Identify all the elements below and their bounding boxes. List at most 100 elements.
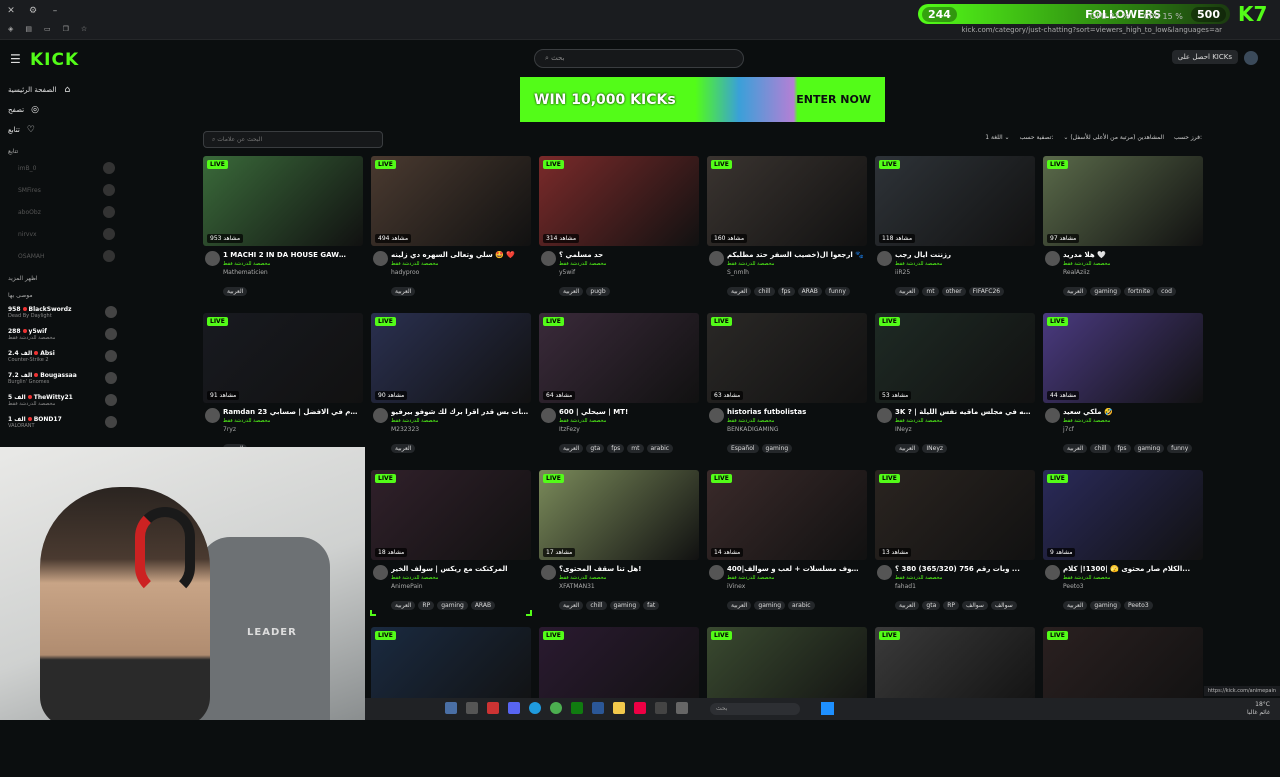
stream-title[interactable]: سيحلي | 600 | MT! <box>559 408 697 416</box>
avatar[interactable] <box>877 251 892 266</box>
stream-category[interactable]: مخصصة للدردشة فقط <box>391 418 438 424</box>
search-input[interactable]: ⌕ بحث <box>534 49 744 68</box>
stream-title[interactable]: الجهات بس قدر اقرا برك لك شوفو بيرفيو ..… <box>391 408 529 416</box>
settings-icon[interactable]: ⚙ <box>22 6 44 16</box>
stream-card[interactable]: LIVE 17 مشاهد هل تنا سقف المحتوى؟! مخصصة… <box>539 470 699 620</box>
recommended-item[interactable]: 958 BlackSwordz Dead By Daylight <box>0 301 125 323</box>
stream-title[interactable]: وبات رقم 756 (365/320) 380 ؟ ... <box>895 565 1033 573</box>
streamer-name[interactable]: AnimePain <box>391 583 423 590</box>
recommended-item[interactable]: الف 1 BOND17 VALORANT <box>0 411 125 433</box>
tabs-icon[interactable]: ▭ <box>44 25 51 33</box>
tag-chip[interactable]: fps <box>1113 444 1131 453</box>
stream-category[interactable]: مخصصة للدردشة فقط <box>223 418 270 424</box>
following-item[interactable]: SMFires <box>0 179 125 201</box>
streamer-name[interactable]: XFATMAN31 <box>559 583 595 590</box>
stream-card[interactable]: LIVE 90 مشاهد الجهات بس قدر اقرا برك لك … <box>371 313 531 463</box>
tag-chip[interactable]: fps <box>607 444 625 453</box>
avatar[interactable] <box>373 565 388 580</box>
tag-chip[interactable]: العربية <box>895 601 920 610</box>
tag-chip[interactable]: funny <box>824 287 850 296</box>
stream-title[interactable]: هلا مدريد 🤍 <box>1063 251 1201 259</box>
streamer-name[interactable]: j7cf <box>1063 426 1074 433</box>
copy-icon[interactable]: ❐ <box>63 25 69 33</box>
tag-chip[interactable]: chill <box>1090 444 1111 453</box>
stream-card[interactable]: LIVE 63 مشاهد historias futbolistas مخصص… <box>707 313 867 463</box>
streamer-name[interactable]: RealAziiz <box>1063 269 1090 276</box>
tag-chip[interactable]: other <box>941 287 966 296</box>
avatar[interactable] <box>709 408 724 423</box>
stream-thumbnail[interactable]: LIVE 9 مشاهد <box>1043 470 1203 560</box>
tag-chip[interactable]: cod <box>1157 287 1176 296</box>
tag-chip[interactable]: fps <box>777 287 795 296</box>
streamer-name[interactable]: Mathematicien <box>223 269 268 276</box>
stream-category[interactable]: مخصصة للدردشة فقط <box>727 418 774 424</box>
stream-category[interactable]: مخصصة للدردشة فقط <box>727 261 774 267</box>
url-text[interactable]: kick.com/category/just-chatting?sort=vie… <box>962 26 1222 34</box>
tag-chip[interactable]: gta <box>586 444 605 453</box>
stream-title[interactable]: 400|شوف مسلسلات + لعب و سوالف ... <box>727 565 865 573</box>
tag-chip[interactable]: العربية <box>727 287 752 296</box>
kick-logo[interactable]: KICK <box>30 50 79 70</box>
stream-title[interactable]: سلي وتعالى السهره دي زلينه 🤩 ❤️ <box>391 251 529 259</box>
close-icon[interactable]: ✕ <box>0 6 22 16</box>
tag-chip[interactable]: Peeto3 <box>1124 601 1153 610</box>
show-more-link[interactable]: اظهر المزيد <box>0 267 125 284</box>
avatar[interactable] <box>709 251 724 266</box>
chrome-icon[interactable] <box>550 702 562 714</box>
tag-chip[interactable]: العربية <box>559 601 584 610</box>
stream-thumbnail[interactable]: LIVE 53 مشاهد <box>875 313 1035 403</box>
stream-thumbnail[interactable]: LIVE 18 مشاهد <box>371 470 531 560</box>
tag-chip[interactable]: mt <box>627 444 644 453</box>
tag-chip[interactable]: العربية <box>1063 444 1088 453</box>
tag-chip[interactable]: funny <box>1167 444 1193 453</box>
stream-category[interactable]: مخصصة للدردشة فقط <box>559 261 606 267</box>
get-kicks-button[interactable]: احصل على KICKs <box>1171 50 1238 64</box>
avatar[interactable] <box>877 408 892 423</box>
tag-search-input[interactable]: ⌕ البحث عن علامات <box>203 131 383 148</box>
tag-chip[interactable]: العربية <box>1063 287 1088 296</box>
stream-thumbnail[interactable]: LIVE 64 مشاهد <box>539 313 699 403</box>
sort-dropdown[interactable]: ⌄ المشاهدين (مرتبة من الأعلى للأسفل) <box>1063 134 1164 141</box>
address-bar[interactable]: ◈ ▤ ▭ ❐ ☆ kick.com/category/just-chattin… <box>0 22 1280 40</box>
avatar[interactable] <box>541 251 556 266</box>
app-icon[interactable] <box>487 702 499 714</box>
stream-card[interactable]: LIVE 13 مشاهد وبات رقم 756 (365/320) 380… <box>875 470 1035 620</box>
star-icon[interactable]: ☆ <box>81 25 87 33</box>
stream-category[interactable]: مخصصة للدردشة فقط <box>895 575 942 581</box>
stream-card[interactable]: LIVE 44 مشاهد ملكي سعيد 🤣 مخصصة للدردشة … <box>1043 313 1203 463</box>
minimize-icon[interactable]: – <box>44 6 66 16</box>
stream-title[interactable]: المركنكت مع ريكس | سولف الخير <box>391 565 529 573</box>
tag-chip[interactable]: العربية <box>559 444 584 453</box>
streamer-name[interactable]: y5wif <box>559 269 575 276</box>
tag-chip[interactable]: العربية <box>391 444 416 453</box>
following-item[interactable]: nirvvx <box>0 223 125 245</box>
recommended-item[interactable]: الف 5 TheWitty21 مخصصة للدردشة فقط <box>0 389 125 411</box>
nav-item[interactable]: ⌂ الصفحة الرئيسية <box>0 80 125 100</box>
tag-chip[interactable]: gaming <box>1090 601 1122 610</box>
recommended-item[interactable]: الف 7.2 Bougassaa Burglin' Gnomes <box>0 367 125 389</box>
menu-icon[interactable]: ☰ <box>10 52 21 66</box>
stream-title[interactable]: الكلام صار محتوى 🫣 |1300!| كلام... <box>1063 565 1201 573</box>
app-icon[interactable] <box>466 702 478 714</box>
avatar[interactable] <box>709 565 724 580</box>
language-filter[interactable]: 1 اللغة ⌄ <box>985 134 1009 141</box>
stream-card[interactable]: LIVE 97 مشاهد هلا مدريد 🤍 مخصصة للدردشة … <box>1043 156 1203 306</box>
tag-chip[interactable]: العربية <box>559 287 584 296</box>
stream-thumbnail[interactable]: LIVE 17 مشاهد <box>539 470 699 560</box>
avatar[interactable] <box>373 251 388 266</box>
tag-chip[interactable]: fat <box>643 601 660 610</box>
tag-chip[interactable]: سوالف <box>962 601 988 610</box>
tag-chip[interactable]: gta <box>922 601 941 610</box>
recommended-item[interactable]: 288 y5wif مخصصة للدردشة فقط <box>0 323 125 345</box>
avatar[interactable] <box>1045 408 1060 423</box>
tag-chip[interactable]: gaming <box>754 601 786 610</box>
stream-category[interactable]: مخصصة للدردشة فقط <box>1063 418 1110 424</box>
streamer-name[interactable]: iVinex <box>727 583 745 590</box>
avatar[interactable] <box>205 251 220 266</box>
streamer-name[interactable]: S_nmlh <box>727 269 749 276</box>
stream-title[interactable]: حد مسلمي ؟ <box>559 251 697 259</box>
tag-chip[interactable]: FIFAFC26 <box>968 287 1005 296</box>
streamer-name[interactable]: hadyproo <box>391 269 419 276</box>
xbox-icon[interactable] <box>571 702 583 714</box>
stream-category[interactable]: مخصصة للدردشة فقط <box>895 418 942 424</box>
